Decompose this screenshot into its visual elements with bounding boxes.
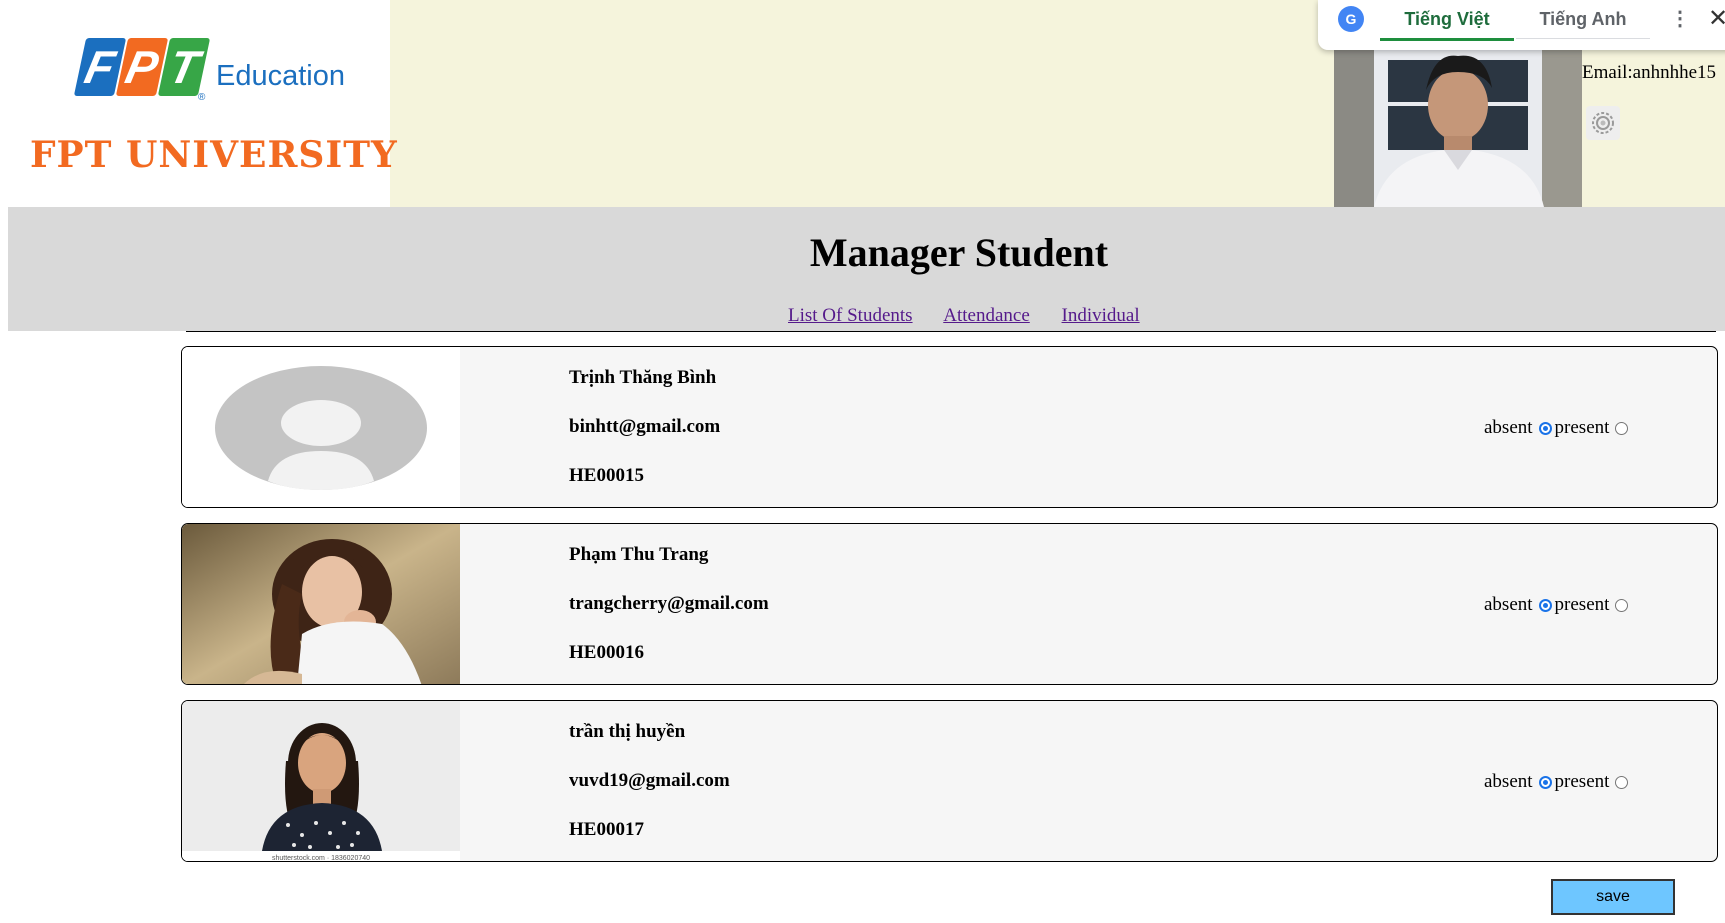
page-title: Manager Student — [809, 230, 1109, 275]
attendance-options: absent present — [1484, 417, 1631, 439]
nav-attendance[interactable]: Attendance — [943, 305, 1030, 326]
present-radio[interactable] — [1615, 598, 1629, 612]
logo-education-text: Education — [216, 60, 345, 92]
more-options-icon[interactable]: ⋮ — [1670, 6, 1690, 31]
logo-university-text: FPT UNIVERSITY — [30, 134, 398, 176]
student-name: Phạm Thu Trang — [569, 544, 709, 565]
student-name: Trịnh Thăng Bình — [569, 367, 717, 388]
student-card: Phạm Thu Trang trangcherry@gmail.com HE0… — [181, 523, 1718, 685]
absent-radio[interactable] — [1538, 598, 1552, 612]
nav-individual[interactable]: Individual — [1062, 305, 1140, 326]
student-photo — [182, 524, 460, 684]
google-translate-bar: G Tiếng Việt Tiếng Anh ⋮ ✕ — [1318, 0, 1725, 50]
student-email: vuvd19@gmail.com — [569, 770, 730, 791]
attendance-options: absent present — [1484, 771, 1631, 793]
student-email: trangcherry@gmail.com — [569, 593, 769, 614]
student-info: Phạm Thu Trang trangcherry@gmail.com HE0… — [569, 544, 769, 684]
absent-label: absent — [1484, 594, 1533, 615]
tab-english[interactable]: Tiếng Anh — [1516, 6, 1650, 39]
present-label: present — [1554, 417, 1610, 438]
present-label: present — [1554, 771, 1610, 792]
student-code: HE00016 — [569, 642, 644, 663]
student-code: HE00015 — [569, 465, 644, 486]
absent-label: absent — [1484, 417, 1533, 438]
tab-vietnamese[interactable]: Tiếng Việt — [1380, 6, 1514, 41]
student-card: Trịnh Thăng Bình binhtt@gmail.com HE0001… — [181, 346, 1718, 508]
present-radio[interactable] — [1615, 421, 1629, 435]
fpt-logo: F P T ® Education FPT UNIVERSITY — [0, 0, 397, 207]
absent-radio[interactable] — [1538, 775, 1552, 789]
student-card: shutterstock.com · 1836020740 trần thị h… — [181, 700, 1718, 862]
student-photo: shutterstock.com · 1836020740 — [182, 701, 460, 862]
absent-label: absent — [1484, 771, 1533, 792]
attendance-options: absent present — [1484, 594, 1631, 616]
student-name: trần thị huyền — [569, 721, 686, 742]
student-info: trần thị huyền vuvd19@gmail.com HE00017 — [569, 721, 730, 861]
title-banner: Manager Student List Of Students Attenda… — [8, 207, 1725, 331]
registered-mark: ® — [198, 92, 206, 103]
gear-icon[interactable] — [1586, 106, 1620, 140]
main-nav: List Of Students Attendance Individual — [788, 305, 1167, 327]
student-code: HE00017 — [569, 819, 644, 840]
close-icon[interactable]: ✕ — [1708, 4, 1725, 33]
user-avatar — [1334, 50, 1582, 207]
student-photo-placeholder — [182, 347, 460, 507]
user-email: Email:anhnhhe15 — [1582, 62, 1717, 83]
photo-caption: shutterstock.com · 1836020740 — [272, 855, 370, 862]
student-email: binhtt@gmail.com — [569, 416, 721, 437]
present-label: present — [1554, 594, 1610, 615]
save-button[interactable]: save — [1551, 879, 1675, 915]
absent-radio[interactable] — [1538, 421, 1552, 435]
divider — [186, 331, 1716, 332]
google-translate-icon[interactable]: G — [1338, 6, 1364, 32]
student-info: Trịnh Thăng Bình binhtt@gmail.com HE0001… — [569, 367, 721, 507]
present-radio[interactable] — [1615, 775, 1629, 789]
nav-list-of-students[interactable]: List Of Students — [788, 305, 913, 326]
fpt-letter-blocks: F P T — [73, 38, 211, 96]
